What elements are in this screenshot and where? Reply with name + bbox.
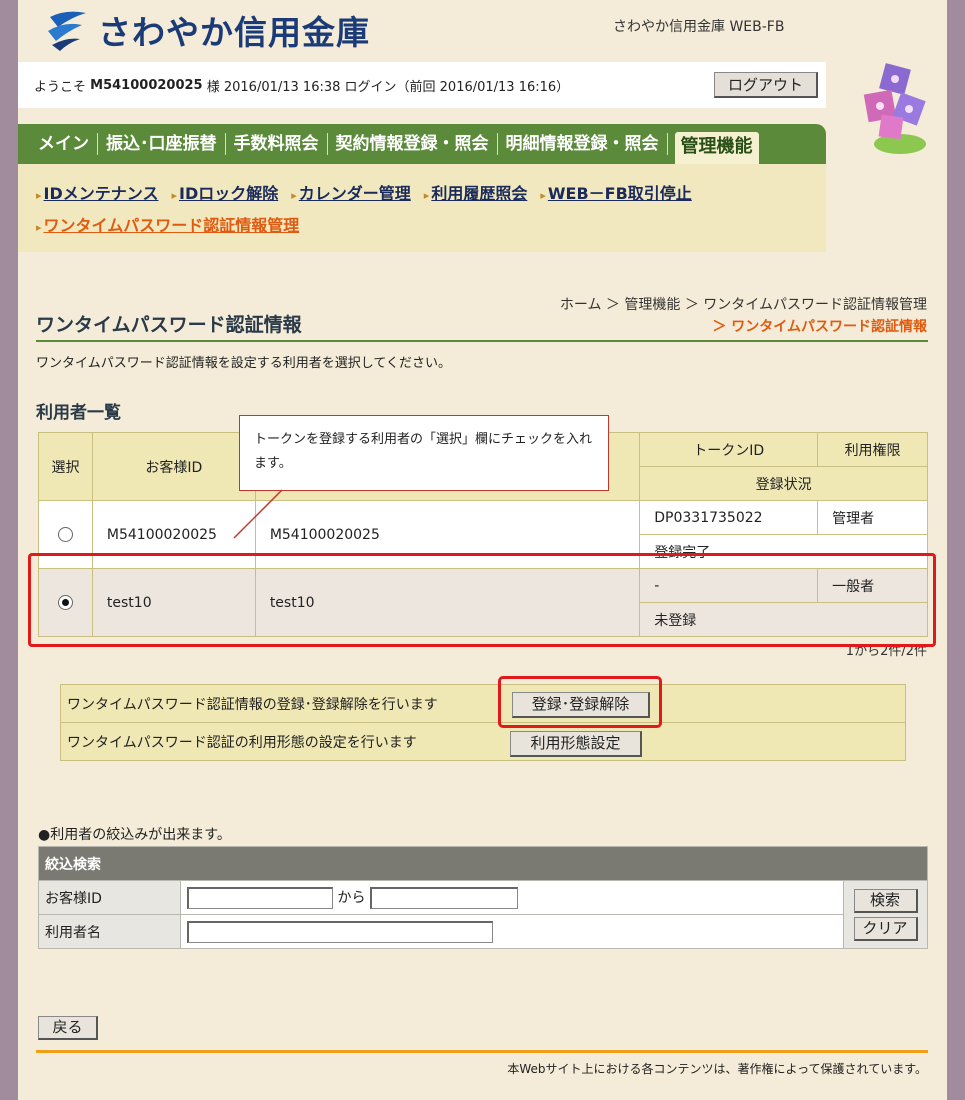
- header-select: 選択: [38, 432, 93, 501]
- back-button[interactable]: 戻る: [38, 1016, 98, 1040]
- tab-transfer[interactable]: 振込･口座振替: [98, 133, 226, 155]
- main-tabbar: メイン 振込･口座振替 手数料照会 契約情報登録・照会 明細情報登録・照会 管理…: [18, 124, 826, 165]
- user-name-input[interactable]: [187, 920, 493, 943]
- welcome-user-id: M54100020025: [90, 77, 203, 93]
- tab-fee-inquiry[interactable]: 手数料照会: [226, 133, 328, 155]
- header-reg-status: 登録状況: [639, 466, 928, 501]
- clear-button[interactable]: クリア: [853, 916, 918, 941]
- highlight-selected-row: [28, 553, 936, 647]
- search-button[interactable]: 検索: [853, 888, 918, 913]
- bank-logo: さわやか信用金庫: [42, 4, 370, 56]
- submenu-usage-history[interactable]: 利用履歴照会: [424, 180, 527, 204]
- bank-name: さわやか信用金庫: [98, 13, 370, 52]
- range-word: から: [337, 889, 366, 906]
- customer-id-label: お客様ID: [38, 880, 181, 915]
- page-title: ワンタイムパスワード認証情報: [36, 310, 928, 342]
- header-token-id: トークンID: [639, 432, 819, 467]
- logout-button[interactable]: ログアウト: [714, 72, 818, 98]
- submenu-onetime-password[interactable]: ワンタイムパスワード認証情報管理: [36, 212, 300, 236]
- action-row: ワンタイムパスワード認証情報の登録･登録解除を行います: [60, 684, 906, 723]
- customer-id-from-input[interactable]: [187, 886, 333, 909]
- tab-contract-info[interactable]: 契約情報登録・照会: [328, 133, 498, 155]
- admin-submenu: IDメンテナンス IDロック解除カレンダー管理利用履歴照会 WEB－FB取引停止 ワ…: [18, 164, 826, 252]
- action-table: ワンタイムパスワード認証情報の登録･登録解除を行います ワンタイムパスワード認証…: [60, 684, 906, 761]
- user-name-label: 利用者名: [38, 914, 181, 949]
- instruction-text: ワンタイムパスワード認証情報を設定する利用者を選択してください。: [36, 356, 451, 371]
- user-list-title: 利用者一覧: [36, 403, 121, 423]
- search-row-user-name: 利用者名: [38, 914, 928, 949]
- submenu-id-unlock[interactable]: IDロック解除: [171, 180, 278, 204]
- bank-logo-icon: [48, 11, 86, 51]
- header-permission: 利用権限: [817, 432, 928, 467]
- search-title: 絞込検索: [38, 846, 928, 881]
- submenu-calendar[interactable]: カレンダー管理: [291, 180, 411, 204]
- search-buttons-cell: 検索 クリア: [843, 880, 928, 949]
- select-radio[interactable]: [57, 527, 73, 542]
- site-label: さわやか信用金庫 WEB-FB: [613, 19, 785, 35]
- welcome-prefix: ようこそ: [34, 79, 87, 95]
- customer-id-to-input[interactable]: [369, 886, 518, 909]
- copyright-text: 本Webサイト上における各コンテンツは、著作権によって保護されています。: [507, 1062, 927, 1076]
- welcome-suffix: 様 2016/01/13 16:38 ログイン（前回 2016/01/13 16…: [206, 79, 570, 95]
- token-id-cell: DP0331735022: [639, 500, 819, 535]
- action-label: ワンタイムパスワード認証情報の登録･登録解除を行います: [60, 684, 906, 723]
- action-label: ワンタイムパスワード認証の利用形態の設定を行います: [60, 722, 906, 761]
- filter-note: ●利用者の絞込みが出来ます。: [38, 827, 231, 843]
- tab-admin[interactable]: 管理機能: [673, 131, 760, 165]
- register-unregister-button[interactable]: 登録･登録解除: [512, 692, 650, 718]
- search-row-customer-id: お客様ID から 検索 クリア: [38, 880, 928, 949]
- tab-main[interactable]: メイン: [30, 133, 98, 155]
- permission-cell: 管理者: [817, 500, 928, 535]
- welcome-bar: ようこそ M54100020025 様 2016/01/13 16:38 ログイ…: [18, 62, 826, 108]
- flower-decoration-icon: [863, 63, 926, 154]
- customer-id-fields: から: [180, 880, 844, 915]
- table-row: M54100020025 M54100020025 DP0331735022 管…: [38, 500, 928, 569]
- page: さわやか信用金庫 さわやか信用金庫 WEB-FB ようこそ M541000200…: [18, 0, 947, 1100]
- callout-pointer: [233, 489, 283, 539]
- usage-setting-button[interactable]: 利用形態設定: [510, 731, 642, 757]
- user-name-field: [180, 914, 844, 949]
- footer-divider: [36, 1050, 928, 1053]
- action-row: ワンタイムパスワード認証の利用形態の設定を行います: [60, 722, 906, 761]
- tab-statement-info[interactable]: 明細情報登録・照会: [498, 133, 668, 155]
- callout-annotation: トークンを登録する利用者の「選択」欄にチェックを入れます。: [239, 415, 609, 491]
- submenu-webfb-stop[interactable]: WEB－FB取引停止: [540, 180, 692, 204]
- submenu-id-maintenance[interactable]: IDメンテナンス: [36, 180, 159, 204]
- search-table: 絞込検索 お客様ID から 検索 クリア 利用者名: [38, 846, 928, 949]
- search-header-row: 絞込検索: [38, 846, 928, 881]
